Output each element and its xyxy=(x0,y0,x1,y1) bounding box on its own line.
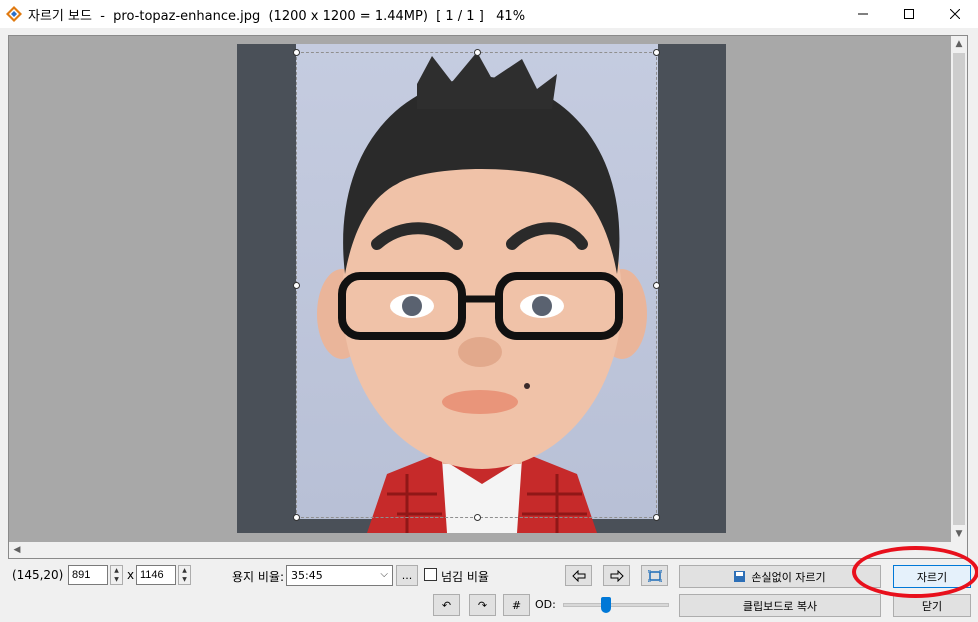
rotate-right-icon: ↷ xyxy=(477,598,488,612)
fit-selection-button[interactable] xyxy=(641,565,668,586)
grid-icon: # xyxy=(511,598,522,612)
lossless-crop-button[interactable]: 손실없이 자르기 xyxy=(679,565,881,588)
crop-handle-right[interactable] xyxy=(653,282,660,289)
minimize-button[interactable] xyxy=(840,0,886,28)
dimension-separator: x xyxy=(127,568,135,582)
vertical-scroll-thumb[interactable] xyxy=(953,53,965,525)
crop-handle-left[interactable] xyxy=(293,282,300,289)
crop-width-input[interactable] xyxy=(68,565,108,585)
rotate-left-icon: ↶ xyxy=(441,598,452,612)
photo-image xyxy=(237,44,726,533)
title-bar: 자르기 보드 - pro-topaz-enhance.jpg (1200 x 1… xyxy=(0,0,978,28)
window-title: 자르기 보드 - pro-topaz-enhance.jpg (1200 x 1… xyxy=(28,9,526,24)
rotate-right-button[interactable]: ↷ xyxy=(469,594,496,616)
scroll-up-icon[interactable]: ▲ xyxy=(951,36,967,52)
paper-ratio-value: 35:45 xyxy=(291,569,323,582)
close-icon xyxy=(950,9,960,19)
overflow-ratio-checkbox[interactable] xyxy=(424,568,437,581)
od-slider-thumb[interactable] xyxy=(601,597,612,613)
move-left-button[interactable] xyxy=(565,565,592,586)
scroll-down-icon[interactable]: ▼ xyxy=(951,526,967,542)
crop-height-input[interactable] xyxy=(136,565,176,585)
paper-ratio-label: 용지 비율: xyxy=(232,570,285,584)
ratio-more-button[interactable]: ... xyxy=(396,565,418,586)
crop-handle-top-right[interactable] xyxy=(653,49,660,56)
arrow-left-icon xyxy=(571,569,585,582)
overflow-ratio-label: 넘김 비율 xyxy=(441,570,489,584)
crop-width-stepper[interactable]: ▲ ▼ xyxy=(110,565,123,585)
maximize-button[interactable] xyxy=(886,0,932,28)
move-right-button[interactable] xyxy=(603,565,630,586)
copy-to-clipboard-button[interactable]: 클립보드로 복사 xyxy=(679,594,881,617)
od-slider-track[interactable] xyxy=(563,603,669,607)
od-label: OD: xyxy=(535,598,556,611)
save-icon xyxy=(734,571,746,582)
fit-frame-icon xyxy=(647,569,662,582)
minimize-icon xyxy=(858,13,868,15)
grid-toggle-button[interactable]: # xyxy=(503,594,530,616)
horizontal-scrollbar[interactable]: ◀ xyxy=(9,542,953,558)
crop-handle-top[interactable] xyxy=(474,49,481,56)
maximize-icon xyxy=(904,9,914,19)
arrow-right-icon xyxy=(610,569,624,582)
crop-height-stepper[interactable]: ▲ ▼ xyxy=(178,565,191,585)
rotate-left-button[interactable]: ↶ xyxy=(433,594,460,616)
highlight-annotation-ring xyxy=(852,546,978,598)
crop-handle-top-left[interactable] xyxy=(293,49,300,56)
cursor-position: (145,20) xyxy=(12,568,64,582)
crop-handle-bottom-right[interactable] xyxy=(653,514,660,521)
crop-selection-rectangle[interactable] xyxy=(293,49,660,521)
paper-ratio-select[interactable]: 35:45 ⌵ xyxy=(286,565,393,586)
chevron-down-icon: ⌵ xyxy=(380,569,388,580)
image-viewport[interactable]: ▲ ▼ ◀ xyxy=(8,35,968,559)
app-logo-icon xyxy=(6,6,22,22)
scroll-left-icon[interactable]: ◀ xyxy=(9,542,25,558)
crop-handle-bottom-left[interactable] xyxy=(293,514,300,521)
crop-handle-bottom[interactable] xyxy=(474,514,481,521)
close-window-button[interactable] xyxy=(932,0,978,28)
vertical-scrollbar[interactable]: ▲ ▼ xyxy=(951,36,967,543)
